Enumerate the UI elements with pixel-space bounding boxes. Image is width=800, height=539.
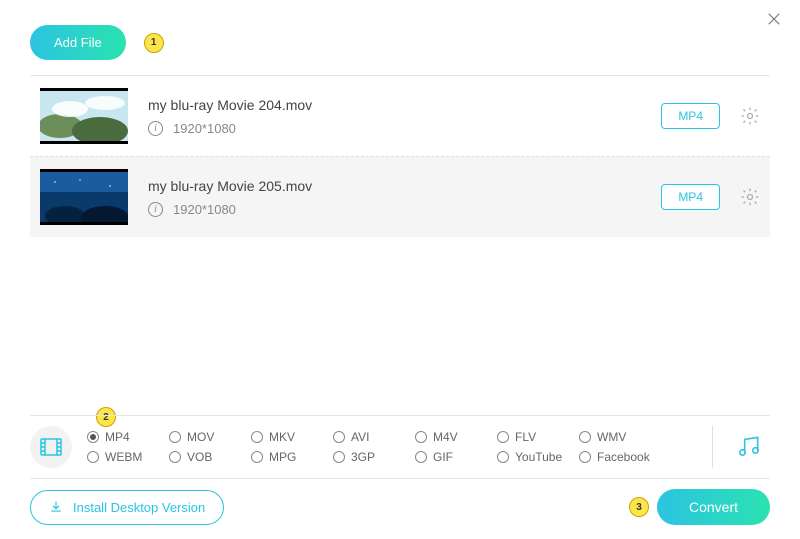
format-label: MOV [187, 430, 214, 444]
format-label: MP4 [105, 430, 130, 444]
install-desktop-label: Install Desktop Version [73, 500, 205, 515]
format-label: YouTube [515, 450, 562, 464]
download-icon [49, 500, 63, 514]
file-name: my blu-ray Movie 204.mov [148, 97, 641, 113]
file-resolution: 1920*1080 [173, 121, 236, 136]
format-option-mpg[interactable]: MPG [251, 450, 333, 464]
radio-icon [87, 431, 99, 443]
format-label: AVI [351, 430, 369, 444]
format-option-avi[interactable]: AVI [333, 430, 415, 444]
video-format-icon[interactable] [30, 426, 72, 468]
format-label: FLV [515, 430, 536, 444]
output-format-badge[interactable]: MP4 [661, 103, 720, 129]
format-label: MPG [269, 450, 296, 464]
radio-icon [579, 431, 591, 443]
format-option-mov[interactable]: MOV [169, 430, 251, 444]
format-label: WMV [597, 430, 626, 444]
file-list: my blu-ray Movie 204.movi1920*1080MP4my … [0, 76, 800, 237]
format-option-3gp[interactable]: 3GP [333, 450, 415, 464]
vertical-divider [712, 426, 713, 468]
file-row[interactable]: my blu-ray Movie 204.mov i 1920*1080 MP4 [30, 76, 770, 156]
format-section: MP4 MOV MKV AVI M4V FLV WMV WEBM VOB MPG 3GP GIF You… [30, 415, 770, 479]
radio-icon [251, 431, 263, 443]
format-option-wmv[interactable]: WMV [579, 430, 661, 444]
radio-icon [87, 451, 99, 463]
add-file-button[interactable]: Add File [30, 25, 126, 60]
settings-icon[interactable] [740, 106, 760, 126]
format-option-mp4[interactable]: MP4 [87, 430, 169, 444]
radio-icon [415, 451, 427, 463]
format-option-webm[interactable]: WEBM [87, 450, 169, 464]
close-button[interactable] [765, 10, 785, 30]
file-name: my blu-ray Movie 205.mov [148, 178, 641, 194]
radio-icon [169, 451, 181, 463]
file-info: my blu-ray Movie 205.mov i 1920*1080 [148, 178, 641, 217]
format-label: M4V [433, 430, 458, 444]
radio-icon [333, 431, 345, 443]
radio-icon [497, 431, 509, 443]
file-info: my blu-ray Movie 204.mov i 1920*1080 [148, 97, 641, 136]
format-label: GIF [433, 450, 453, 464]
radio-icon [579, 451, 591, 463]
format-option-mkv[interactable]: MKV [251, 430, 333, 444]
format-option-gif[interactable]: GIF [415, 450, 497, 464]
format-label: WEBM [105, 450, 142, 464]
output-format-badge[interactable]: MP4 [661, 184, 720, 210]
file-resolution: 1920*1080 [173, 202, 236, 217]
radio-icon [497, 451, 509, 463]
radio-icon [415, 431, 427, 443]
annotation-1: 1 [144, 33, 164, 53]
format-option-facebook[interactable]: Facebook [579, 450, 661, 464]
format-option-m4v[interactable]: M4V [415, 430, 497, 444]
settings-icon[interactable] [740, 187, 760, 207]
info-icon[interactable]: i [148, 202, 163, 217]
file-thumbnail[interactable] [40, 88, 128, 144]
format-label: VOB [187, 450, 212, 464]
format-label: 3GP [351, 450, 375, 464]
format-label: Facebook [597, 450, 650, 464]
file-row[interactable]: my blu-ray Movie 205.mov i 1920*1080 MP4 [30, 156, 770, 237]
format-grid: MP4 MOV MKV AVI M4V FLV WMV WEBM VOB MPG 3GP GIF You… [87, 430, 697, 464]
annotation-3: 3 [629, 497, 649, 517]
audio-format-icon[interactable] [728, 433, 770, 462]
radio-icon [251, 451, 263, 463]
file-thumbnail[interactable] [40, 169, 128, 225]
info-icon[interactable]: i [148, 121, 163, 136]
format-label: MKV [269, 430, 295, 444]
format-option-flv[interactable]: FLV [497, 430, 579, 444]
install-desktop-button[interactable]: Install Desktop Version [30, 490, 224, 525]
format-option-vob[interactable]: VOB [169, 450, 251, 464]
radio-icon [169, 431, 181, 443]
format-option-youtube[interactable]: YouTube [497, 450, 579, 464]
convert-button[interactable]: Convert [657, 489, 770, 525]
radio-icon [333, 451, 345, 463]
